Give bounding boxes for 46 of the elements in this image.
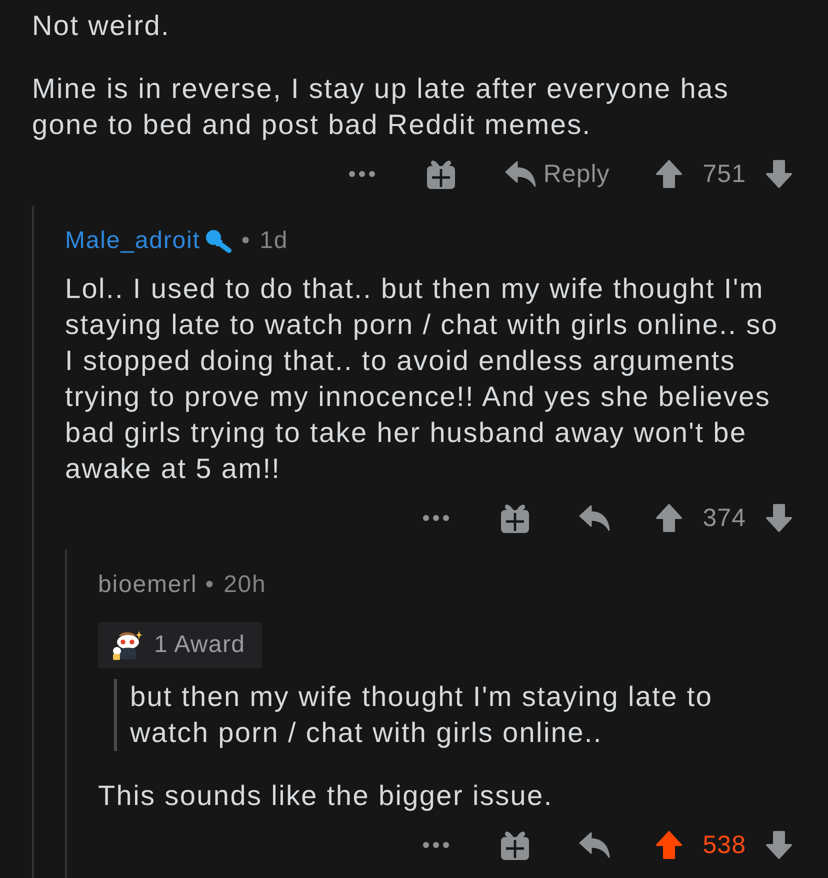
award-count: 1 Award	[154, 631, 246, 659]
gift-icon	[500, 503, 529, 533]
meta-separator: •	[205, 571, 215, 599]
up-arrow-icon	[656, 504, 682, 532]
down-arrow-icon	[766, 504, 792, 532]
gift-icon	[500, 830, 529, 860]
reply-button[interactable]: Reply	[505, 160, 610, 188]
more-button[interactable]	[422, 515, 449, 521]
award-button[interactable]	[427, 159, 456, 189]
comment-text: This sounds like the bigger issue.	[98, 779, 554, 813]
comment-text: Lol.. I used to do that.. but then my wife thought I'm staying late to watch porn / chat with girls online.. so I stopped doing that.. to avoid endless arguments trying to prove my innocence!! And yes she believes bad girls trying to take her husband away won't be awake at 5 am!!	[65, 272, 780, 486]
up-arrow-icon	[656, 831, 682, 859]
gift-icon	[427, 159, 456, 189]
reply-button[interactable]	[578, 832, 610, 858]
comment-text: Mine is in reverse, I stay up late after everyone has gone to bed and post bad Reddit memes.	[32, 72, 730, 142]
more-button[interactable]	[349, 171, 376, 177]
vote-count: 538	[702, 830, 746, 860]
award-button[interactable]	[500, 503, 529, 533]
reply-arrow-icon	[578, 505, 610, 531]
vote-count: 374	[702, 504, 746, 532]
downvote-button[interactable]	[766, 831, 792, 859]
upvote-button[interactable]	[656, 504, 682, 532]
down-arrow-icon	[766, 160, 792, 188]
username-link[interactable]: bioemerl	[98, 571, 198, 599]
username-link[interactable]: Male_adroit	[65, 227, 200, 255]
award-button[interactable]	[500, 830, 529, 860]
down-arrow-icon	[766, 831, 792, 859]
upvote-button[interactable]	[656, 831, 682, 859]
mascot-icon	[111, 629, 143, 661]
more-button[interactable]	[422, 842, 449, 848]
vote-count: 751	[702, 160, 746, 188]
reply-button[interactable]	[578, 505, 610, 531]
quoted-text: but then my wife thought I'm staying late to watch porn / chat with girls online..	[114, 679, 760, 751]
upvote-button[interactable]	[656, 160, 682, 188]
comment-text: Not weird.	[32, 9, 172, 43]
downvote-button[interactable]	[766, 160, 792, 188]
reply-arrow-icon	[578, 832, 610, 858]
more-icon	[422, 842, 449, 848]
downvote-button[interactable]	[766, 504, 792, 532]
comment-age: 1d	[260, 227, 288, 255]
comment-age: 20h	[224, 571, 266, 599]
up-arrow-icon	[656, 160, 682, 188]
more-icon	[349, 171, 376, 177]
reply-arrow-icon	[505, 161, 536, 187]
meta-separator: •	[241, 227, 251, 255]
more-icon	[422, 515, 449, 521]
